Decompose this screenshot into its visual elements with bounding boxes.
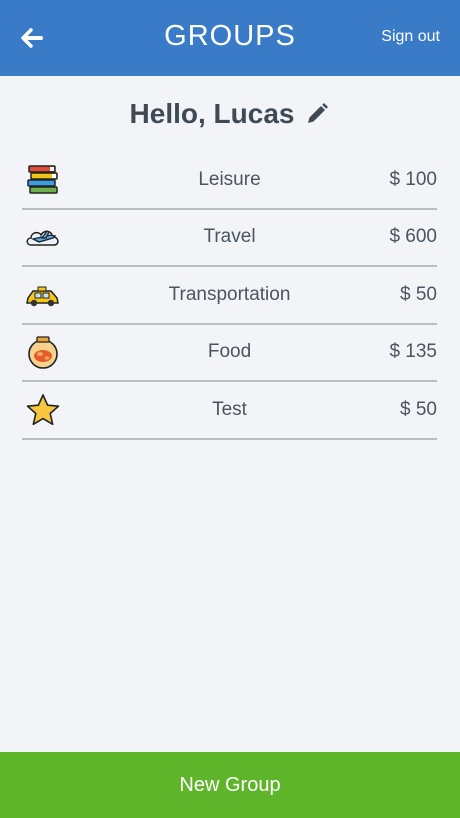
group-name: Travel bbox=[203, 226, 256, 248]
group-amount: $ 50 bbox=[400, 398, 437, 420]
group-name: Leisure bbox=[198, 168, 261, 190]
greeting-text: Hello, Lucas bbox=[129, 98, 295, 129]
arrow-left-icon bbox=[21, 28, 43, 48]
group-name: Transportation bbox=[168, 283, 291, 305]
group-list: Leisure $ 100 Travel $ 600 Transportatio… bbox=[22, 152, 437, 440]
group-row-food[interactable]: Food $ 135 bbox=[22, 325, 437, 382]
group-row-leisure[interactable]: Leisure $ 100 bbox=[22, 152, 437, 210]
group-amount: $ 600 bbox=[389, 226, 437, 248]
group-amount: $ 135 bbox=[389, 341, 437, 363]
back-button[interactable] bbox=[18, 24, 46, 52]
pencil-icon bbox=[308, 103, 329, 123]
greeting: Hello, Lucas bbox=[0, 98, 460, 130]
group-name: Food bbox=[207, 341, 252, 363]
app-header: GROUPS Sign out bbox=[0, 0, 460, 76]
group-name: Test bbox=[212, 398, 247, 420]
sign-out-link[interactable]: Sign out bbox=[381, 28, 440, 46]
group-amount: $ 50 bbox=[400, 283, 437, 305]
new-group-button[interactable]: New Group bbox=[0, 752, 460, 818]
group-row-test[interactable]: Test $ 50 bbox=[22, 382, 437, 440]
group-row-transportation[interactable]: Transportation $ 50 bbox=[22, 267, 437, 325]
group-amount: $ 100 bbox=[389, 168, 437, 190]
group-row-travel[interactable]: Travel $ 600 bbox=[22, 210, 437, 267]
edit-name-button[interactable] bbox=[304, 101, 330, 127]
